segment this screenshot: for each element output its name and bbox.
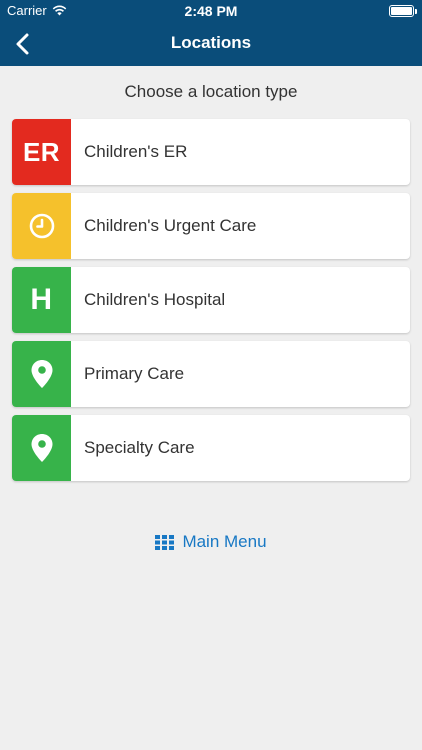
location-item-childrens-hospital[interactable]: H Children's Hospital [12, 267, 410, 333]
location-item-primary-care[interactable]: Primary Care [12, 341, 410, 407]
page-title: Locations [170, 33, 252, 52]
location-badge: ER [12, 119, 71, 185]
location-label: Specialty Care [84, 438, 195, 457]
er-text-icon: ER [22, 136, 61, 167]
location-label: Primary Care [84, 364, 185, 383]
status-bar: Carrier 2:48 PM [0, 0, 422, 22]
location-label: Children's Hospital [84, 290, 226, 309]
location-label: Children's Urgent Care [84, 216, 257, 235]
location-badge [12, 341, 71, 407]
status-time: 2:48 PM [184, 3, 238, 19]
location-item-urgent-care[interactable]: Children's Urgent Care [12, 193, 410, 259]
navigation-bar: Locations [0, 22, 422, 66]
clock-icon [29, 213, 54, 239]
location-item-specialty-care[interactable]: Specialty Care [12, 415, 410, 481]
main-menu-button[interactable]: Main Menu [0, 532, 422, 552]
location-type-prompt: Choose a location type [124, 82, 298, 101]
main-menu-label: Main Menu [182, 532, 267, 551]
location-badge [12, 415, 71, 481]
hospital-h-icon: H [30, 283, 53, 316]
battery-icon [389, 5, 417, 17]
map-pin-icon [31, 360, 52, 388]
location-type-list: ER Children's ER Children's Urgent Care … [12, 119, 410, 489]
map-pin-icon [31, 434, 52, 462]
location-badge [12, 193, 71, 259]
location-label: Children's ER [84, 142, 188, 161]
location-item-childrens-er[interactable]: ER Children's ER [12, 119, 410, 185]
grid-icon [155, 534, 175, 550]
location-badge: H [12, 267, 71, 333]
